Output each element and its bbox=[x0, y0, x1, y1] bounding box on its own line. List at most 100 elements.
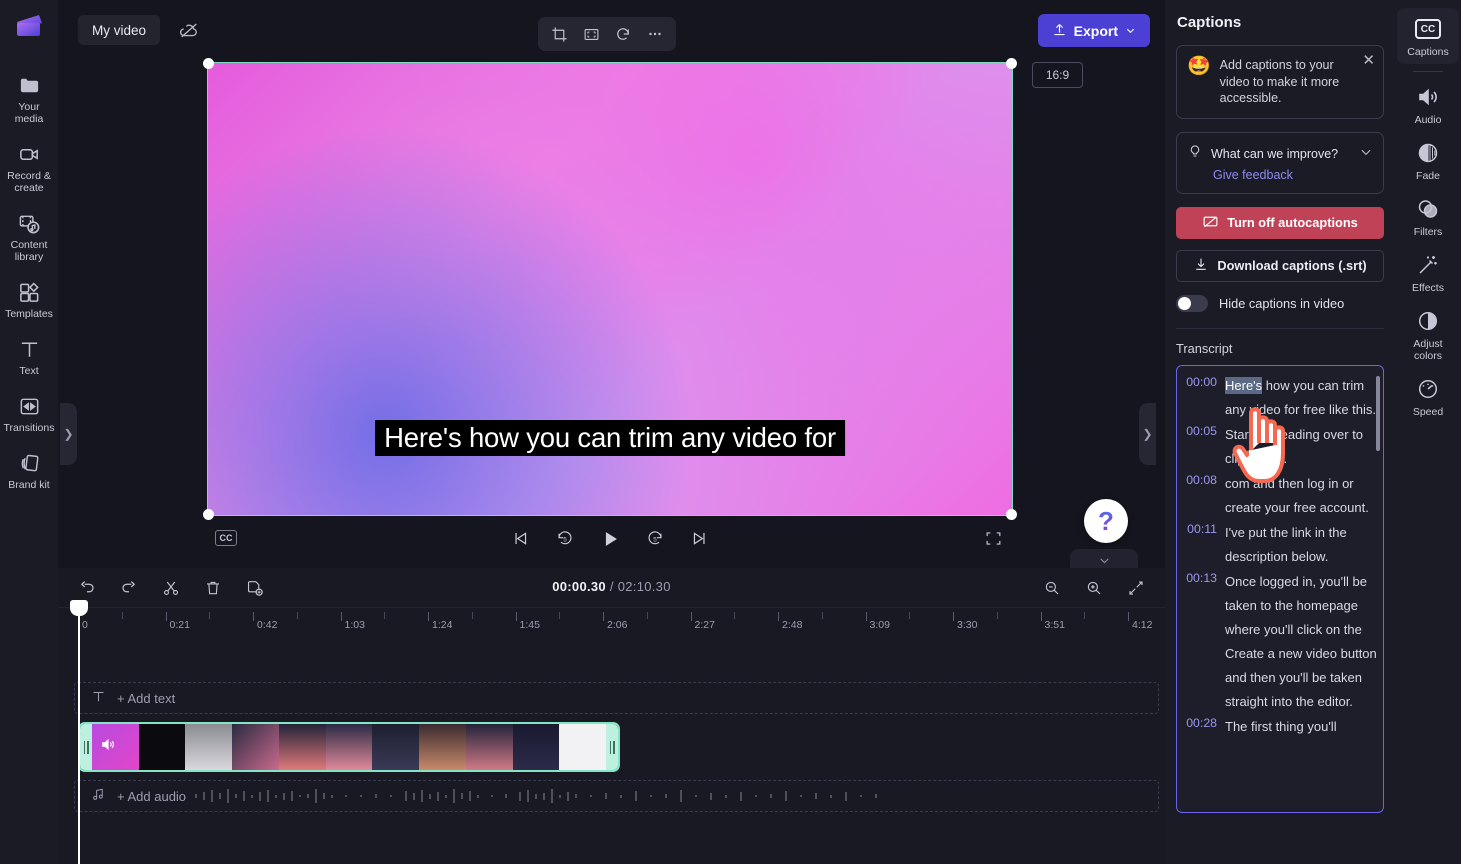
give-feedback-link[interactable]: Give feedback bbox=[1213, 168, 1373, 182]
resize-handle-top-left[interactable] bbox=[203, 58, 214, 69]
toggle-captions-button[interactable]: CC bbox=[215, 530, 237, 546]
video-clip[interactable] bbox=[78, 722, 620, 772]
transcript-text[interactable]: Here's how you can trim any video for fr… bbox=[1225, 374, 1377, 422]
redo-icon[interactable] bbox=[116, 575, 142, 601]
rail-label: Effects bbox=[1412, 282, 1444, 294]
ruler-tick-minor bbox=[296, 612, 298, 619]
ruler-tick-minor bbox=[209, 612, 211, 619]
clip-volume-icon[interactable] bbox=[100, 737, 116, 758]
resize-handle-top-right[interactable] bbox=[1006, 58, 1017, 69]
caption-overlay[interactable]: Here's how you can trim any video for bbox=[375, 420, 845, 456]
duplicate-icon[interactable] bbox=[242, 575, 268, 601]
resize-handle-bottom-left[interactable] bbox=[203, 509, 214, 520]
sidebar-label: Your media bbox=[14, 101, 44, 125]
time-display: 00:00.30 / 02:10.30 bbox=[552, 579, 671, 594]
fit-to-frame-icon[interactable] bbox=[577, 21, 605, 47]
transcript-row[interactable]: 00:11 I've put the link in the descripti… bbox=[1183, 521, 1377, 569]
transcript-row[interactable]: 00:28 The first thing you'll bbox=[1183, 715, 1377, 739]
skip-to-end-icon[interactable] bbox=[687, 525, 714, 552]
zoom-in-icon[interactable] bbox=[1081, 575, 1107, 601]
download-captions-button[interactable]: Download captions (.srt) bbox=[1176, 249, 1384, 282]
skip-to-start-icon[interactable] bbox=[507, 525, 534, 552]
turn-off-autocaptions-button[interactable]: Turn off autocaptions bbox=[1176, 206, 1384, 239]
left-sidebar: Your media Record & create Content libra… bbox=[0, 0, 58, 864]
rail-item-effects[interactable]: Effects bbox=[1397, 244, 1459, 300]
folder-icon bbox=[17, 73, 41, 97]
transcript-timestamp[interactable]: 00:13 bbox=[1183, 570, 1217, 714]
video-camera-icon bbox=[17, 142, 41, 166]
delete-icon[interactable] bbox=[200, 575, 226, 601]
ruler-tick-minor bbox=[996, 612, 998, 619]
chevron-down-icon[interactable] bbox=[1359, 145, 1373, 164]
feedback-card[interactable]: What can we improve? Give feedback bbox=[1176, 131, 1384, 194]
timeline-ruler[interactable]: 0 0:21 0:42 1:03 1:24 1:45 2:06 2:27 2:48 3:09 3:3… bbox=[58, 608, 1173, 640]
transcript-list[interactable]: 00:00 Here's how you can trim any video … bbox=[1176, 364, 1384, 813]
transcript-row[interactable]: 00:05 Start by heading over to clipchamp… bbox=[1183, 423, 1377, 471]
video-preview[interactable]: Here's how you can trim any video for bbox=[203, 58, 1017, 520]
transcript-text[interactable]: The first thing you'll bbox=[1225, 715, 1337, 739]
forward-5s-icon[interactable]: 5 bbox=[642, 525, 669, 552]
sidebar-item-record-create[interactable]: Record & create bbox=[1, 135, 57, 200]
hide-captions-toggle[interactable] bbox=[1176, 294, 1208, 312]
fullscreen-icon[interactable] bbox=[984, 529, 1004, 549]
cloud-offline-icon[interactable] bbox=[174, 15, 204, 45]
more-options-icon[interactable] bbox=[641, 21, 669, 47]
transcript-timestamp[interactable]: 00:08 bbox=[1183, 472, 1217, 520]
captions-panel: Captions 🤩 Add captions to your video to… bbox=[1165, 0, 1395, 864]
filters-icon bbox=[1415, 196, 1441, 222]
transcript-text[interactable]: Start by heading over to clipchamp. bbox=[1225, 423, 1377, 471]
play-button[interactable] bbox=[597, 525, 624, 552]
ruler-tick-label: 2:06 bbox=[607, 619, 628, 631]
clip-trim-handle-right[interactable] bbox=[606, 724, 618, 770]
clip-trim-handle-left[interactable] bbox=[80, 724, 92, 770]
music-note-icon bbox=[91, 787, 106, 805]
sidebar-item-transitions[interactable]: Transitions bbox=[1, 387, 57, 440]
hide-captions-row[interactable]: Hide captions in video bbox=[1176, 294, 1384, 312]
selected-word[interactable]: Here's bbox=[1225, 376, 1263, 394]
transcript-timestamp[interactable]: 00:11 bbox=[1183, 521, 1217, 569]
sidebar-item-brand-kit[interactable]: Brand kit bbox=[1, 444, 57, 497]
rail-item-audio[interactable]: Audio bbox=[1397, 76, 1459, 132]
transcript-scrollbar[interactable] bbox=[1376, 375, 1380, 451]
ruler-tick-label: 3:51 bbox=[1044, 619, 1065, 631]
zoom-out-icon[interactable] bbox=[1039, 575, 1065, 601]
split-icon[interactable] bbox=[158, 575, 184, 601]
resize-handle-bottom-right[interactable] bbox=[1006, 509, 1017, 520]
rail-label: Filters bbox=[1413, 226, 1443, 238]
rail-item-fade[interactable]: Fade bbox=[1397, 132, 1459, 188]
ruler-tick: 3:30 bbox=[953, 612, 977, 631]
captions-off-icon bbox=[1202, 213, 1219, 233]
transcript-text[interactable]: I've put the link in the description bel… bbox=[1225, 521, 1377, 569]
sidebar-item-your-media[interactable]: Your media bbox=[1, 66, 57, 131]
sidebar-item-templates[interactable]: Templates bbox=[1, 273, 57, 326]
rotate-icon[interactable] bbox=[609, 21, 637, 47]
transcript-row[interactable]: 00:00 Here's how you can trim any video … bbox=[1183, 374, 1377, 422]
sidebar-item-text[interactable]: Text bbox=[1, 330, 57, 383]
rail-item-adjust-colors[interactable]: Adjust colors bbox=[1397, 300, 1459, 368]
export-button[interactable]: Export bbox=[1037, 14, 1150, 47]
rewind-5s-icon[interactable]: 5 bbox=[552, 525, 579, 552]
crop-icon[interactable] bbox=[545, 21, 573, 47]
audio-track[interactable]: + Add audio bbox=[74, 780, 1159, 812]
total-time: 02:10.30 bbox=[617, 579, 671, 594]
transcript-row[interactable]: 00:13 Once logged in, you'll be taken to… bbox=[1183, 570, 1377, 714]
fit-timeline-icon[interactable] bbox=[1123, 575, 1149, 601]
transcript-timestamp[interactable]: 00:00 bbox=[1183, 374, 1217, 422]
transcript-row[interactable]: 00:08 com and then log in or create your… bbox=[1183, 472, 1377, 520]
playhead[interactable] bbox=[70, 600, 88, 864]
project-name-button[interactable]: My video bbox=[78, 15, 161, 45]
rail-item-captions[interactable]: CC Captions bbox=[1397, 8, 1459, 64]
transcript-text[interactable]: com and then log in or create your free … bbox=[1225, 472, 1377, 520]
transcript-text[interactable]: Once logged in, you'll be taken to the h… bbox=[1225, 570, 1377, 714]
text-icon bbox=[91, 689, 106, 707]
undo-icon[interactable] bbox=[74, 575, 100, 601]
transcript-timestamp[interactable]: 00:05 bbox=[1183, 423, 1217, 471]
close-icon[interactable]: ✕ bbox=[1362, 53, 1375, 68]
rail-item-filters[interactable]: Filters bbox=[1397, 188, 1459, 244]
text-track[interactable]: + Add text bbox=[74, 682, 1159, 714]
help-button[interactable]: ? bbox=[1084, 499, 1128, 543]
collapse-right-panel-button[interactable]: ❯ bbox=[1139, 403, 1156, 465]
sidebar-item-content-library[interactable]: Content library bbox=[1, 204, 57, 269]
rail-item-speed[interactable]: Speed bbox=[1397, 368, 1459, 424]
transcript-timestamp[interactable]: 00:28 bbox=[1183, 715, 1217, 739]
